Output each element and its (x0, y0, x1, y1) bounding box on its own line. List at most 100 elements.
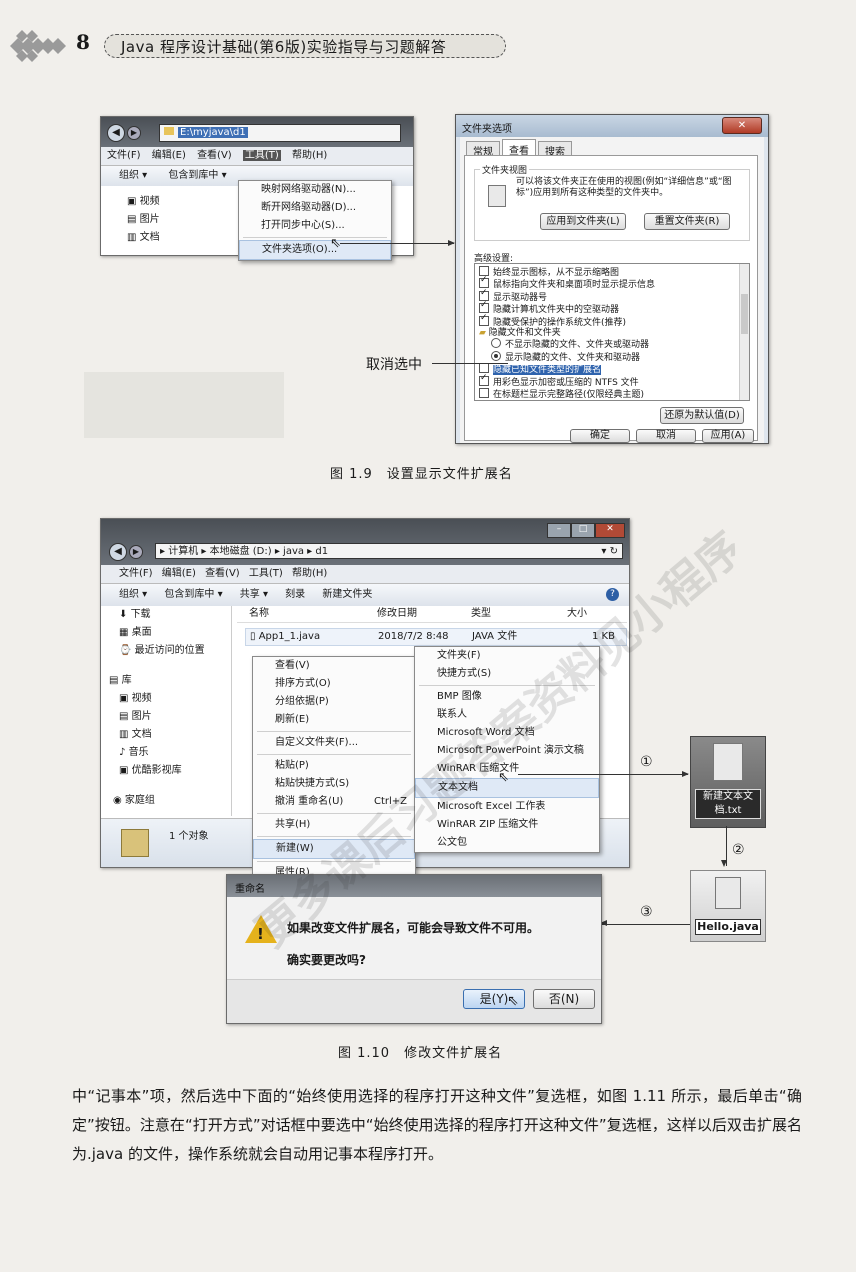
ctx-sort[interactable]: 排序方式(O) (253, 675, 415, 693)
menu-view[interactable]: 查看(V) (197, 150, 232, 161)
nav-item-homegroup[interactable]: ◉ 家庭组 (101, 792, 231, 810)
apply-button[interactable]: 应用(A) (702, 429, 754, 443)
ctx-paste-shortcut[interactable]: 粘贴快捷方式(S) (253, 775, 415, 793)
ctx-undo[interactable]: 撤消 重命名(U) Ctrl+Z (253, 793, 415, 811)
new-word[interactable]: Microsoft Word 文档 (415, 724, 599, 742)
close-icon[interactable]: ✕ (722, 117, 762, 134)
ctx-share[interactable]: 共享(H) (253, 816, 415, 834)
nav-item-documents[interactable]: ▥ 文档 (127, 228, 160, 243)
ctx-view[interactable]: 查看(V) (253, 657, 415, 675)
nav-item-pictures[interactable]: ▤ 图片 (127, 210, 160, 225)
checkbox[interactable] (479, 388, 489, 399)
column-name[interactable]: 名称 (249, 606, 269, 622)
setting-item[interactable]: 在单独的进程中打开文件夹窗口 (479, 400, 655, 401)
setting-item[interactable]: ▰ 隐藏文件和文件夹 (479, 328, 655, 338)
radio-button[interactable] (491, 338, 501, 349)
menu-view[interactable]: 查看(V) (205, 568, 240, 579)
menu-item-disconnect-drive[interactable]: 断开网络驱动器(D)... (239, 199, 391, 217)
breadcrumb-java[interactable]: java (283, 546, 304, 557)
refresh-icon[interactable]: ▾ ↻ (601, 544, 618, 560)
breadcrumb[interactable]: ▸ 计算机 ▸ 本地磁盘 (D:) ▸ java ▸ d1 ▾ ↻ (155, 543, 623, 559)
setting-item[interactable]: 显示驱动器号 (479, 288, 655, 303)
breadcrumb-d1[interactable]: d1 (315, 546, 328, 557)
new-winrar-zip[interactable]: WinRAR ZIP 压缩文件 (415, 816, 599, 834)
scrollbar-thumb[interactable] (741, 294, 748, 334)
nav-item-music[interactable]: ♪ 音乐 (101, 744, 231, 762)
column-date[interactable]: 修改日期 (377, 606, 417, 622)
burn-button[interactable]: 刻录 (285, 589, 305, 600)
menu-help[interactable]: 帮助(H) (292, 568, 327, 579)
menu-file[interactable]: 文件(F) (119, 568, 153, 579)
new-shortcut[interactable]: 快捷方式(S) (415, 665, 599, 683)
new-folder-button[interactable]: 新建文件夹 (322, 589, 372, 600)
menu-help[interactable]: 帮助(H) (292, 150, 327, 161)
hello-file-name[interactable]: Hello.java (695, 919, 761, 935)
new-powerpoint[interactable]: Microsoft PowerPoint 演示文稿 (415, 742, 599, 760)
new-excel[interactable]: Microsoft Excel 工作表 (415, 798, 599, 816)
share-button[interactable]: 共享 ▾ (240, 589, 268, 600)
ctx-paste[interactable]: 粘贴(P) (253, 757, 415, 775)
menu-edit[interactable]: 编辑(E) (152, 150, 186, 161)
reset-folders-button[interactable]: 重置文件夹(R) (644, 213, 730, 230)
apply-to-folders-button[interactable]: 应用到文件夹(L) (540, 213, 626, 230)
nav-item-documents[interactable]: ▥ 文档 (101, 726, 231, 744)
minimize-icon[interactable]: – (547, 523, 571, 538)
include-library-button[interactable]: 包含到库中 ▾ (168, 170, 226, 181)
back-icon[interactable]: ◀ (109, 543, 127, 561)
column-size[interactable]: 大小 (567, 606, 587, 622)
new-contact[interactable]: 联系人 (415, 706, 599, 724)
close-icon[interactable]: ✕ (595, 523, 625, 538)
organize-button[interactable]: 组织 ▾ (119, 589, 147, 600)
help-icon[interactable]: ? (606, 588, 619, 601)
menu-tools[interactable]: 工具(T) (249, 568, 283, 579)
ctx-new[interactable]: 新建(W) (253, 839, 415, 859)
setting-item[interactable]: 隐藏受保护的操作系统文件(推荐) (479, 313, 655, 328)
setting-item[interactable]: 始终显示图标，从不显示缩略图 (479, 266, 655, 278)
forward-icon[interactable]: ▶ (129, 545, 143, 559)
new-briefcase[interactable]: 公文包 (415, 834, 599, 852)
nav-item-recent[interactable]: ⌚ 最近访问的位置 (101, 642, 231, 660)
nav-item-downloads[interactable]: ⬇ 下载 (101, 606, 231, 624)
ctx-customize[interactable]: 自定义文件夹(F)... (253, 734, 415, 752)
ctx-group[interactable]: 分组依据(P) (253, 693, 415, 711)
radio-button[interactable] (491, 350, 501, 361)
restore-defaults-button[interactable]: 还原为默认值(D) (660, 407, 744, 424)
setting-item[interactable]: 鼠标指向文件夹和桌面项时显示提示信息 (479, 275, 655, 290)
breadcrumb-drive[interactable]: 本地磁盘 (D:) (210, 546, 272, 557)
menu-item-sync-center[interactable]: 打开同步中心(S)... (239, 217, 391, 235)
menu-edit[interactable]: 编辑(E) (162, 568, 196, 579)
include-library-button[interactable]: 包含到库中 ▾ (164, 589, 222, 600)
ok-button[interactable]: 确定 (570, 429, 630, 443)
back-icon[interactable]: ◀ (107, 124, 125, 142)
setting-item[interactable]: 隐藏已知文件类型的扩展名 (479, 363, 655, 376)
menu-file[interactable]: 文件(F) (107, 150, 141, 161)
no-button[interactable]: 否(N) (533, 989, 595, 1009)
setting-item[interactable]: 隐藏计算机文件夹中的空驱动器 (479, 300, 655, 315)
menu-tools[interactable]: 工具(T) (242, 150, 281, 161)
nav-item-pictures[interactable]: ▤ 图片 (101, 708, 231, 726)
setting-item[interactable]: 显示隐藏的文件、文件夹和驱动器 (479, 350, 655, 363)
setting-item[interactable]: 用彩色显示加密或压缩的 NTFS 文件 (479, 373, 655, 388)
maximize-icon[interactable]: □ (571, 523, 595, 538)
nav-item-youku[interactable]: ▣ 优酷影视库 (101, 762, 231, 780)
organize-button[interactable]: 组织 ▾ (119, 170, 147, 181)
column-type[interactable]: 类型 (471, 606, 491, 622)
setting-item[interactable]: 不显示隐藏的文件、文件夹或驱动器 (479, 338, 655, 350)
new-folder[interactable]: 文件夹(F) (415, 647, 599, 665)
setting-item[interactable]: 在标题栏显示完整路径(仅限经典主题) (479, 388, 655, 400)
new-bmp[interactable]: BMP 图像 (415, 688, 599, 706)
file-row[interactable]: ▯ App1_1.java 2018/7/2 8:48 JAVA 文件 1 KB (245, 628, 627, 646)
address-bar[interactable]: E:\myjava\d1 (159, 124, 401, 142)
new-file-name-label[interactable]: 新建文本文档.txt (695, 789, 761, 819)
breadcrumb-computer[interactable]: 计算机 (168, 546, 198, 557)
nav-item-videos[interactable]: ▣ 视频 (127, 192, 160, 207)
menu-item-map-drive[interactable]: 映射网络驱动器(N)... (239, 181, 391, 199)
nav-item-libraries[interactable]: ▤ 库 (101, 672, 231, 690)
forward-icon[interactable]: ▶ (127, 126, 141, 140)
nav-item-videos[interactable]: ▣ 视频 (101, 690, 231, 708)
checkbox[interactable] (479, 313, 489, 326)
cancel-button[interactable]: 取消 (636, 429, 696, 443)
nav-item-desktop[interactable]: ▦ 桌面 (101, 624, 231, 642)
checkbox[interactable] (479, 400, 489, 401)
ctx-refresh[interactable]: 刷新(E) (253, 711, 415, 729)
